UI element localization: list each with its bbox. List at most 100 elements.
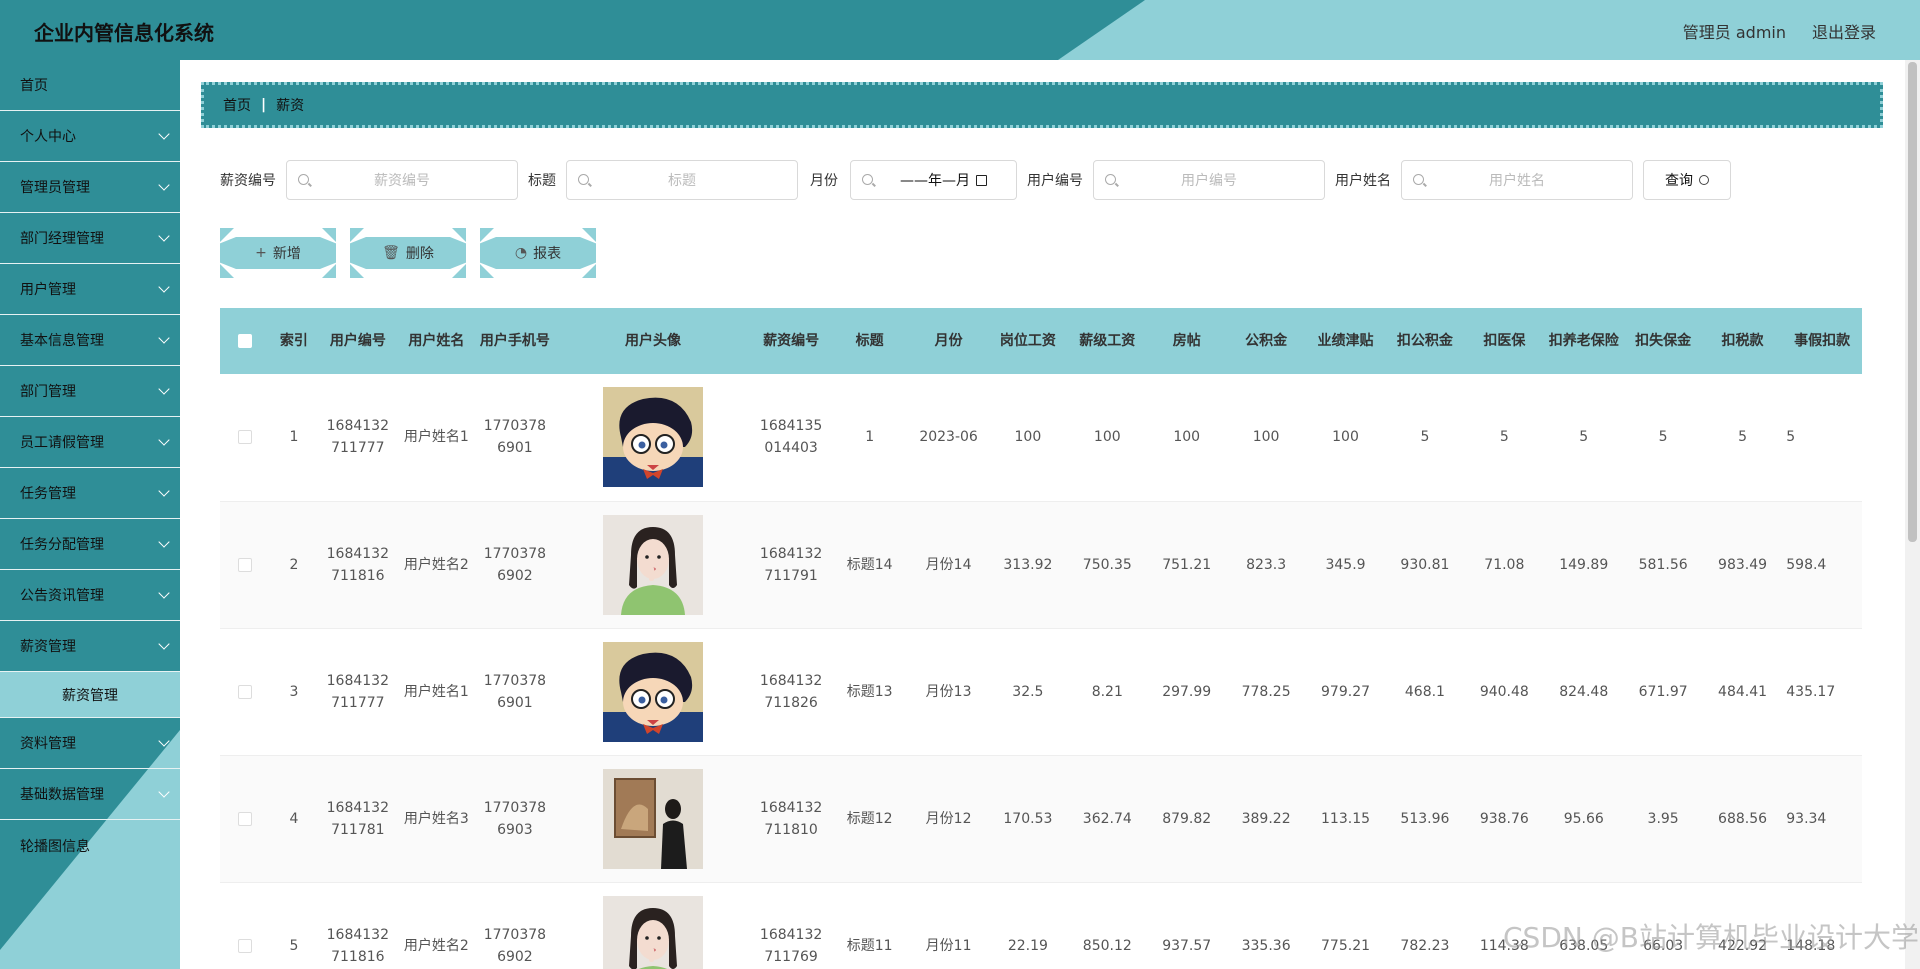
user-no-input[interactable]: 用户编号 [1093,160,1325,200]
sidebar-item-salary-mgmt[interactable]: 薪资管理 [0,621,180,672]
table-row[interactable]: 2 1684132711816 用户姓名2 17703786902 1684132711… [220,501,1862,629]
sidebar-item-base-data-mgmt[interactable]: 基础数据管理 [0,769,180,820]
table-cell: 5 [1702,374,1783,502]
table-cell: 362.74 [1067,755,1147,883]
column-header: 业绩津贴 [1317,333,1374,349]
sidebar-item-user-mgmt[interactable]: 用户管理 [0,264,180,315]
title-input[interactable]: 标题 [566,160,798,200]
query-button[interactable]: 查询 [1643,160,1731,200]
salary-no-input[interactable]: 薪资编号 [286,160,518,200]
vertical-scrollbar[interactable] [1905,60,1920,969]
row-checkbox[interactable] [237,938,252,953]
sidebar-item-label: 用户管理 [20,282,76,298]
table-cell: 1 [269,374,319,502]
chevron-down-icon [158,230,170,242]
sidebar-item-carousel[interactable]: 轮播图信息 [0,820,180,871]
sidebar-item-label: 任务分配管理 [20,537,104,553]
add-button[interactable]: + 新增 [220,228,336,278]
button-side [350,237,366,269]
table-row[interactable]: 1 1684132711777 用户姓名1 17703786901 1684135014… [220,374,1862,502]
chevron-down-icon [158,485,170,497]
sidebar-item-dept-mgmt[interactable]: 部门管理 [0,366,180,417]
table-cell: 5 [1544,374,1624,502]
sidebar-item-material-mgmt[interactable]: 资料管理 [0,718,180,769]
report-label: 报表 [533,246,562,262]
table-cell: 484.41 [1702,628,1783,756]
sidebar-item-task-assign-mgmt[interactable]: 任务分配管理 [0,519,180,570]
table-cell: 标题11 [830,882,909,969]
sidebar-item-task-mgmt[interactable]: 任务管理 [0,468,180,519]
table-cell: 标题12 [830,755,909,883]
table-cell: 1684132711826 [751,628,831,756]
sidebar-item-label: 任务管理 [20,486,76,502]
row-checkbox[interactable] [237,684,252,699]
sidebar-item-basic-info-mgmt[interactable]: 基本信息管理 [0,315,180,366]
button-side [220,237,236,269]
table-row[interactable]: 4 1684132711781 用户姓名3 17703786903 1684132711… [220,755,1862,883]
row-checkbox[interactable] [237,557,252,572]
chevron-down-icon [158,179,170,191]
column-header: 岗位工资 [999,333,1056,349]
sidebar-item-admin-mgmt[interactable]: 管理员管理 [0,162,180,213]
table-cell: 1684132711816 [318,882,398,969]
month-value: ——年—月 [900,173,970,189]
sidebar-item-dept-manager-mgmt[interactable]: 部门经理管理 [0,213,180,264]
user-name-input[interactable]: 用户姓名 [1401,160,1633,200]
chevron-down-icon [158,281,170,293]
sidebar-item-leave-mgmt[interactable]: 员工请假管理 [0,417,180,468]
avatar[interactable] [602,641,703,742]
table-cell: 5 [1782,374,1862,502]
month-input[interactable]: ——年—月 [850,160,1017,200]
table-cell: 17703786903 [475,755,555,883]
plus-icon: + [255,245,267,261]
user-no-placeholder: 用户编号 [1181,173,1237,189]
calendar-icon[interactable] [976,174,987,186]
table-cell: 1684132711777 [318,628,398,756]
sidebar-item-home[interactable]: 首页 [0,60,180,111]
sidebar-item-label: 部门管理 [20,384,76,400]
avatar-cell [554,374,752,502]
table-cell: 940.48 [1464,628,1545,756]
table-cell: 671.97 [1623,628,1703,756]
sidebar-item-label: 基本信息管理 [20,333,104,349]
select-all-cell [220,308,269,374]
app-title: 企业内管信息化系统 [34,21,214,45]
column-header: 公积金 [1245,333,1288,349]
chevron-down-icon [158,638,170,650]
table-cell: 113.15 [1305,755,1386,883]
table-cell: 标题13 [830,628,909,756]
logout-button[interactable]: 退出登录 [1812,19,1876,43]
table-cell: 8.21 [1067,628,1147,756]
table-cell: 879.82 [1147,755,1227,883]
sidebar-item-label: 员工请假管理 [20,435,104,451]
scrollbar-thumb[interactable] [1908,62,1917,542]
sidebar-item-personal-center[interactable]: 个人中心 [0,111,180,162]
table-cell: 3.95 [1623,755,1703,883]
breadcrumb-separator: | [261,97,267,113]
avatar[interactable] [602,768,703,869]
table-cell: 100 [1147,374,1227,502]
avatar[interactable] [602,514,703,615]
pie-chart-icon: ◔ [514,245,528,261]
table-cell: 5 [269,882,319,969]
row-checkbox[interactable] [237,811,252,826]
row-checkbox[interactable] [237,430,252,445]
avatar[interactable] [602,895,703,969]
table-cell: 1684135014403 [751,374,831,502]
select-all-checkbox[interactable] [237,334,252,348]
report-button[interactable]: ◔ 报表 [480,228,596,278]
select-cell [220,882,270,969]
table-cell: 1684132711781 [318,755,398,883]
sidebar-subitem-salary[interactable]: 薪资管理 [0,672,180,718]
breadcrumb-home[interactable]: 首页 [223,95,251,115]
user-name-label: 用户姓名 [1335,173,1391,189]
column-header: 索引 [279,333,308,349]
sidebar-item-news-mgmt[interactable]: 公告资讯管理 [0,570,180,621]
delete-button[interactable]: 🗑 删除 [350,228,466,278]
table-cell: 17703786902 [475,501,555,629]
table-cell: 688.56 [1702,755,1783,883]
search-icon [862,174,873,185]
table-row[interactable]: 3 1684132711777 用户姓名1 17703786901 1684132711… [220,628,1862,756]
button-side [480,237,496,269]
avatar[interactable] [602,387,703,488]
